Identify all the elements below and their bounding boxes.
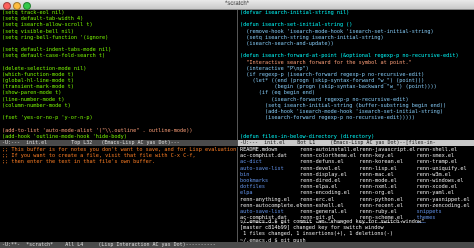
mode-line-left[interactable]: -U:--- init.el Top L32 (Emacs-Lisp AC ya…: [0, 140, 237, 146]
pane-divider[interactable]: [237, 147, 238, 242]
dired-entry[interactable]: renn-zencoding.el: [417, 203, 474, 209]
dired-column: renn-shell.el renn-smex.el renn-tramp.el re…: [417, 147, 474, 223]
eshell-buffer[interactable]: ~/.emacs.d $ git commit -am "changed key…: [240, 219, 474, 243]
dired-column: renn-autoinstall.el renn-colortheme.el ren…: [300, 147, 359, 223]
dired-entry[interactable]: renn-autocomplete.el: [240, 203, 302, 209]
dired-entry[interactable]: renn-yasnippet.el: [417, 197, 474, 203]
dired-column: README.mdown ac-comphist.dat ac-dict auto-s…: [240, 147, 302, 223]
code-line: (defun files-in-below-directory (directo…: [240, 133, 375, 140]
dired-buffer[interactable]: README.mdown ac-comphist.dat ac-dict auto-s…: [240, 147, 474, 223]
dired-entry[interactable]: renn-uniquify.el: [417, 166, 474, 172]
window-titlebar: *scratch*: [0, 0, 474, 10]
scratch-buffer[interactable]: ;; This buffer is for notes you don't wa…: [2, 147, 236, 240]
code-line: (defun isearch-forward-at-point (&option…: [240, 53, 459, 60]
editor-pane-init-settings[interactable]: (setq track-eol nil) (setq default-tab-wi…: [2, 10, 236, 140]
code-line: (add-hook 'outline-mode-hook 'hide-body): [2, 133, 127, 140]
mode-line-right[interactable]: -U:--- init.el Bot L1 (Emacs-Lisp AC yas…: [238, 140, 474, 146]
dired-column: renn-javascript.el renn-key.el renn-korean…: [359, 147, 416, 223]
editor-pane-isearch-defuns[interactable]: (defvar isearch-initial-string nil) (defu…: [240, 10, 474, 140]
window-title: *scratch*: [224, 1, 249, 7]
pane-divider[interactable]: [237, 10, 238, 146]
mode-line-scratch[interactable]: -U:**- *scratch* All L4 (Lisp Interactio…: [0, 242, 474, 248]
